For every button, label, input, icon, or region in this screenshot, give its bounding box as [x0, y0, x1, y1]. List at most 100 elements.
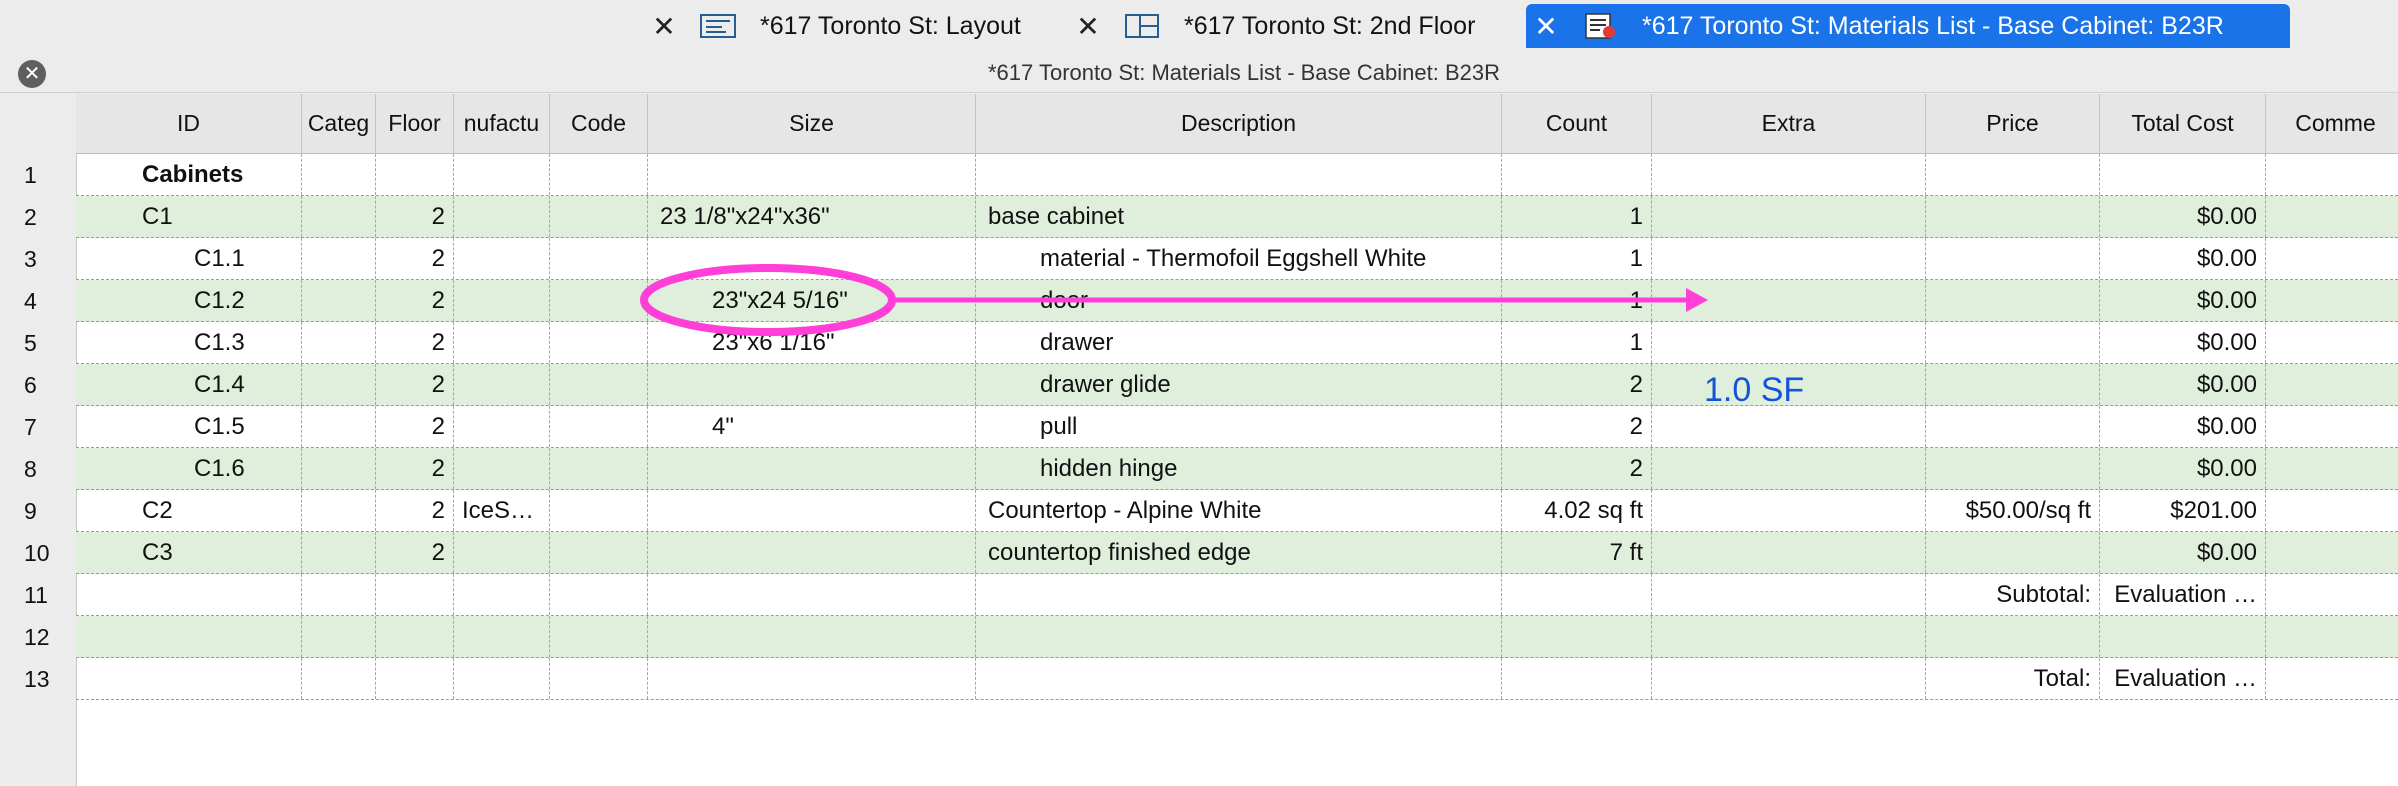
table-cell[interactable]: C1.4 [76, 364, 302, 405]
table-row[interactable]: Total: Evaluation … [76, 658, 2398, 700]
row-number[interactable]: 3 [14, 238, 76, 280]
table-cell[interactable]: C1.2 [76, 280, 302, 321]
table-cell[interactable] [1652, 658, 1926, 699]
table-cell[interactable] [550, 490, 648, 531]
table-cell[interactable] [1926, 448, 2100, 489]
table-cell[interactable]: drawer glide [976, 364, 1502, 405]
table-cell[interactable]: 2 [376, 322, 454, 363]
table-cell[interactable] [2266, 658, 2398, 699]
table-cell[interactable]: 1 [1502, 280, 1652, 321]
table-cell[interactable]: 1 [1502, 196, 1652, 237]
table-cell[interactable] [302, 154, 376, 195]
table-cell[interactable]: 1 [1502, 238, 1652, 279]
table-cell[interactable] [1926, 532, 2100, 573]
table-cell[interactable]: 2 [376, 196, 454, 237]
table-cell[interactable]: 2 [1502, 406, 1652, 447]
table-cell[interactable] [1926, 154, 2100, 195]
table-cell[interactable] [2266, 196, 2398, 237]
table-cell[interactable] [454, 154, 550, 195]
row-number[interactable]: 4 [14, 280, 76, 322]
table-cell[interactable] [2266, 490, 2398, 531]
table-cell[interactable] [76, 574, 302, 615]
row-number[interactable]: 1 [14, 154, 76, 196]
table-cell[interactable] [1502, 574, 1652, 615]
table-cell[interactable] [454, 196, 550, 237]
table-cell[interactable] [976, 574, 1502, 615]
table-cell[interactable]: 7 ft [1502, 532, 1652, 573]
table-cell[interactable]: $201.00 [2100, 490, 2266, 531]
column-header-8[interactable]: Count [1502, 94, 1652, 154]
table-cell[interactable] [1652, 238, 1926, 279]
column-header-4[interactable]: nufactu [454, 94, 550, 154]
table-cell[interactable] [1502, 154, 1652, 195]
table-cell[interactable] [2266, 406, 2398, 447]
table-cell[interactable]: $0.00 [2100, 322, 2266, 363]
table-cell[interactable] [550, 238, 648, 279]
table-cell[interactable]: door [976, 280, 1502, 321]
table-cell[interactable]: Cabinets [76, 154, 302, 195]
table-cell[interactable]: C1.3 [76, 322, 302, 363]
table-cell[interactable] [302, 406, 376, 447]
row-number[interactable]: 13 [14, 658, 76, 700]
table-cell[interactable] [376, 658, 454, 699]
table-cell[interactable]: $0.00 [2100, 238, 2266, 279]
table-cell[interactable] [648, 154, 976, 195]
table-cell[interactable]: 2 [376, 406, 454, 447]
table-cell[interactable] [2100, 616, 2266, 657]
table-cell[interactable] [1502, 616, 1652, 657]
column-header-3[interactable]: Floor [376, 94, 454, 154]
row-number[interactable]: 7 [14, 406, 76, 448]
close-tab-icon[interactable]: ✕ [1526, 10, 1566, 43]
table-cell[interactable] [454, 616, 550, 657]
table-cell[interactable]: 2 [376, 490, 454, 531]
table-cell[interactable]: 2 [376, 448, 454, 489]
spreadsheet[interactable]: 1 2 3 4 5 6 7 8 9 10 11 12 13 ID Categ Floor nufactu Cod… [14, 94, 2398, 786]
table-cell[interactable]: C1.1 [76, 238, 302, 279]
table-cell[interactable] [302, 658, 376, 699]
row-number[interactable]: 2 [14, 196, 76, 238]
table-cell[interactable]: material - Thermofoil Eggshell White [976, 238, 1502, 279]
table-cell[interactable] [76, 616, 302, 657]
column-header-9[interactable]: Extra [1652, 94, 1926, 154]
close-tab-icon[interactable]: ✕ [644, 10, 684, 43]
table-cell[interactable] [454, 280, 550, 321]
table-cell[interactable] [76, 658, 302, 699]
table-cell[interactable] [1926, 616, 2100, 657]
table-cell[interactable] [302, 490, 376, 531]
table-cell[interactable]: $0.00 [2100, 448, 2266, 489]
table-cell[interactable] [1652, 154, 1926, 195]
table-cell[interactable] [1652, 574, 1926, 615]
table-row[interactable]: C1.3 2 23"x6 1/16" drawer 1 $0.00 [76, 322, 2398, 364]
table-cell[interactable] [550, 406, 648, 447]
table-cell[interactable] [454, 532, 550, 573]
table-cell[interactable] [376, 154, 454, 195]
table-cell[interactable] [302, 196, 376, 237]
table-cell[interactable]: $0.00 [2100, 196, 2266, 237]
row-number[interactable]: 5 [14, 322, 76, 364]
table-cell[interactable] [550, 658, 648, 699]
table-row[interactable]: Subtotal: Evaluation … [76, 574, 2398, 616]
tab-2nd-floor[interactable]: ✕ *617 Toronto St: 2nd Floor [1068, 4, 1524, 48]
table-cell[interactable] [1926, 406, 2100, 447]
table-cell[interactable] [2266, 364, 2398, 405]
table-cell[interactable] [648, 364, 976, 405]
table-cell[interactable]: 23"x24 5/16" [648, 280, 976, 321]
table-cell[interactable] [454, 658, 550, 699]
table-row[interactable]: C1 2 23 1/8"x24"x36" base cabinet 1 $0.00 [76, 196, 2398, 238]
table-cell[interactable] [648, 490, 976, 531]
table-cell[interactable] [1926, 322, 2100, 363]
column-header-6[interactable]: Size [648, 94, 976, 154]
tab-layout[interactable]: ✕ *617 Toronto St: Layout [644, 4, 1064, 48]
row-number[interactable]: 8 [14, 448, 76, 490]
table-cell[interactable]: 2 [1502, 364, 1652, 405]
table-cell[interactable]: 2 [376, 532, 454, 573]
table-row[interactable]: C1.6 2 hidden hinge 2 $0.00 [76, 448, 2398, 490]
table-cell[interactable] [302, 616, 376, 657]
table-cell[interactable]: Evaluation … [2100, 574, 2266, 615]
table-row[interactable]: C3 2 countertop finished edge 7 ft $0.00 [76, 532, 2398, 574]
table-row[interactable]: C1.4 2 drawer glide 2 $0.00 [76, 364, 2398, 406]
table-cell[interactable] [648, 448, 976, 489]
table-cell[interactable] [1926, 196, 2100, 237]
table-cell[interactable] [1652, 490, 1926, 531]
table-cell[interactable]: C1.6 [76, 448, 302, 489]
